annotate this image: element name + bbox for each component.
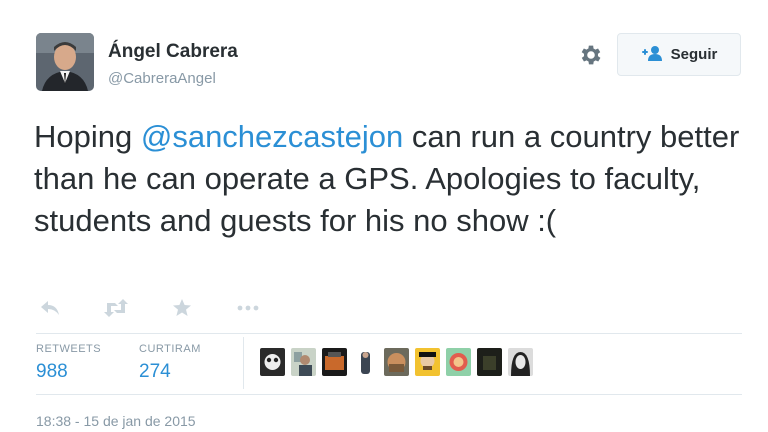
favoriter-avatar[interactable] (260, 348, 285, 376)
favorites-stat[interactable]: CURTIRAM 274 (139, 343, 201, 383)
add-user-icon (641, 45, 663, 65)
tweet-text: Hoping @sanchezcastejon can run a countr… (34, 116, 744, 242)
favoriter-avatar[interactable] (353, 348, 378, 376)
tweet-timestamp[interactable]: 18:38 - 15 de jan de 2015 (36, 413, 196, 429)
favoriter-avatar[interactable] (384, 348, 409, 376)
favoriters-list (260, 348, 533, 376)
favorite-icon[interactable] (168, 297, 196, 319)
gear-icon[interactable] (578, 42, 604, 68)
favoriter-avatar[interactable] (415, 348, 440, 376)
favorites-label: CURTIRAM (139, 343, 201, 355)
mention-link[interactable]: @sanchezcastejon (141, 119, 403, 154)
favoriter-avatar[interactable] (446, 348, 471, 376)
retweets-count: 988 (36, 361, 68, 382)
stats-divider-top (36, 333, 742, 334)
favorites-count: 274 (139, 361, 171, 382)
favoriter-avatar[interactable] (291, 348, 316, 376)
favoriter-avatar[interactable] (508, 348, 533, 376)
tweet-actions (36, 296, 300, 320)
stats-vertical-divider (243, 337, 244, 389)
retweets-label: RETWEETS (36, 343, 102, 355)
follow-button[interactable]: Seguir (617, 33, 741, 76)
stats-divider-bottom (36, 394, 742, 395)
author-handle[interactable]: @CabreraAngel (108, 70, 216, 87)
favoriter-avatar[interactable] (322, 348, 347, 376)
author-name[interactable]: Ángel Cabrera (108, 41, 238, 63)
tweet-text-start: Hoping (34, 119, 141, 154)
retweets-stat[interactable]: RETWEETS 988 (36, 343, 101, 383)
reply-icon[interactable] (36, 297, 64, 319)
avatar-image (36, 33, 94, 91)
author-avatar[interactable] (36, 33, 94, 91)
follow-label: Seguir (670, 46, 718, 63)
retweet-icon[interactable] (102, 297, 130, 319)
favoriter-avatar[interactable] (477, 348, 502, 376)
more-icon[interactable] (234, 297, 262, 319)
